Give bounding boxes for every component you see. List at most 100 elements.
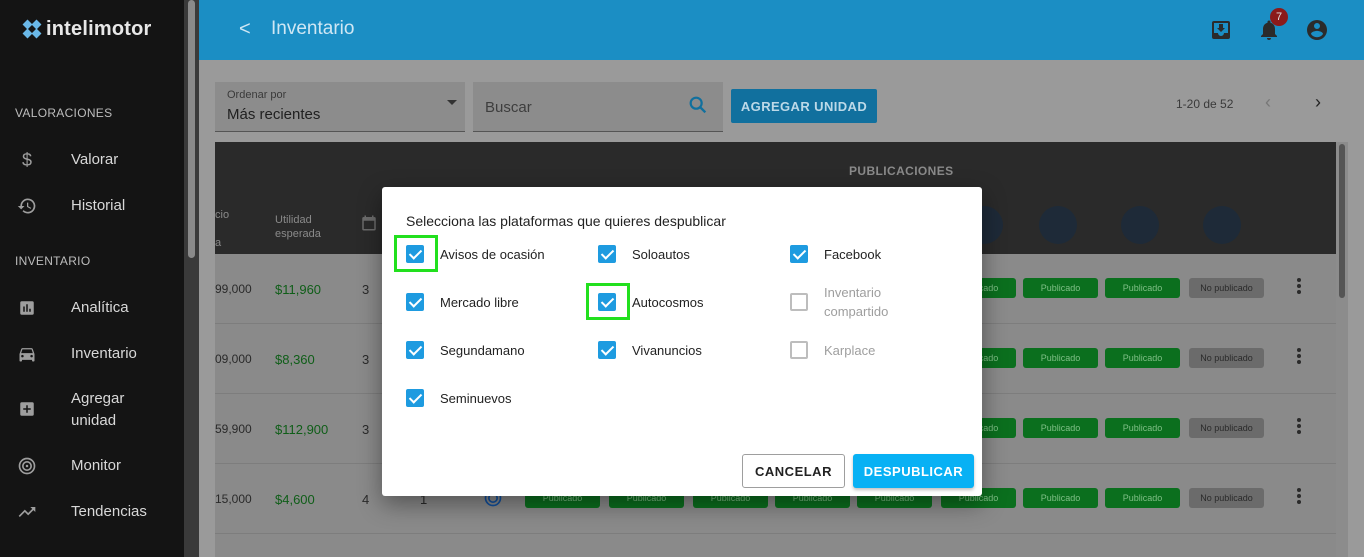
unpublish-dialog: Selecciona las plataformas que quieres d… bbox=[382, 187, 982, 496]
facebook-header-icon bbox=[1121, 206, 1159, 244]
section-label-valoraciones: VALORACIONES bbox=[15, 106, 113, 120]
checkbox-checked-icon[interactable] bbox=[406, 341, 424, 359]
utility-header: Utilidad esperada bbox=[275, 213, 321, 241]
row-price: 09,000 bbox=[215, 352, 252, 366]
option-label: Inventario compartido bbox=[824, 285, 889, 319]
sidebar-item-monitor[interactable]: Monitor bbox=[0, 454, 184, 478]
option-segundamano[interactable]: Segundamano bbox=[406, 341, 576, 367]
row-utility: $8,360 bbox=[275, 352, 315, 367]
back-arrow-icon[interactable]: < bbox=[239, 18, 251, 41]
option-vivanuncios[interactable]: Vivanuncios bbox=[598, 341, 748, 367]
option-seminuevos[interactable]: Seminuevos bbox=[406, 389, 576, 415]
sidebar-scroll-thumb[interactable] bbox=[188, 0, 195, 258]
row-days: 4 bbox=[362, 492, 370, 507]
option-facebook[interactable]: Facebook bbox=[790, 245, 960, 271]
search-input[interactable] bbox=[485, 96, 675, 118]
option-karplace[interactable]: Karplace bbox=[790, 341, 960, 367]
checkbox-checked-icon[interactable] bbox=[790, 245, 808, 263]
checkbox-unchecked-icon[interactable] bbox=[790, 341, 808, 359]
radar-icon bbox=[16, 455, 38, 477]
sort-value: Más recientes bbox=[227, 106, 321, 123]
more-menu-icon[interactable] bbox=[1297, 348, 1301, 364]
status-chip: Publicado bbox=[1105, 348, 1180, 368]
sidebar-scrollbar[interactable] bbox=[184, 0, 199, 557]
logo-text: intelimotor bbox=[46, 18, 152, 40]
sidebar-item-label: Historial bbox=[71, 197, 126, 214]
publicaciones-header: PUBLICACIONES bbox=[849, 164, 954, 178]
prev-page-icon[interactable]: ‹ bbox=[1265, 92, 1271, 113]
option-inventario-compartido[interactable]: Inventario compartido bbox=[790, 285, 960, 329]
status-chip: No publicado bbox=[1189, 278, 1264, 298]
table-scrollbar[interactable] bbox=[1336, 142, 1348, 557]
cancel-button[interactable]: CANCELAR bbox=[742, 454, 845, 488]
option-label: Seminuevos bbox=[440, 391, 512, 406]
status-chip: No publicado bbox=[1189, 418, 1264, 438]
checkbox-unchecked-icon[interactable] bbox=[790, 293, 808, 311]
more-menu-icon[interactable] bbox=[1297, 488, 1301, 504]
row-utility: $112,900 bbox=[275, 422, 329, 437]
logo-mark-icon bbox=[22, 19, 42, 39]
status-chip: Publicado bbox=[1023, 278, 1098, 298]
option-label: Karplace bbox=[824, 343, 876, 358]
sidebar-item-historial[interactable]: Historial bbox=[0, 194, 184, 218]
price-header: cio a bbox=[215, 208, 229, 250]
sidebar-item-label: Tendencias bbox=[71, 503, 147, 520]
calendar-icon bbox=[360, 214, 378, 236]
unpublish-button[interactable]: DESPUBLICAR bbox=[853, 454, 974, 488]
row-price: 15,000 bbox=[215, 492, 252, 506]
more-menu-icon[interactable] bbox=[1297, 278, 1301, 294]
highlight-box bbox=[586, 283, 630, 320]
sidebar-item-analitica[interactable]: Analítica bbox=[0, 296, 184, 320]
highlight-box bbox=[394, 235, 438, 272]
option-label: Autocosmos bbox=[632, 295, 704, 310]
row-utility: $11,960 bbox=[275, 282, 322, 297]
trending-up-icon bbox=[16, 501, 38, 523]
sort-label: Ordenar por bbox=[227, 89, 287, 101]
row-utility: $4,600 bbox=[275, 492, 315, 507]
status-chip: Publicado bbox=[1023, 488, 1098, 508]
price-header-line1: cio bbox=[215, 209, 230, 221]
sidebar-item-tendencias[interactable]: Tendencias bbox=[0, 500, 184, 524]
account-icon[interactable] bbox=[1305, 18, 1329, 42]
option-soloautos[interactable]: Soloautos bbox=[598, 245, 748, 271]
search-field[interactable] bbox=[473, 82, 723, 132]
sidebar-item-agregar-unidad[interactable]: Agregar unidad bbox=[0, 388, 184, 432]
search-icon[interactable] bbox=[687, 94, 709, 116]
status-chip: Publicado bbox=[1105, 488, 1180, 508]
sidebar-item-label: Analítica bbox=[71, 299, 129, 316]
option-mercado-libre[interactable]: Mercado libre bbox=[406, 293, 576, 319]
row-days: 3 bbox=[362, 282, 370, 297]
top-bar: < Inventario 7 bbox=[199, 0, 1364, 60]
more-menu-icon[interactable] bbox=[1297, 418, 1301, 434]
add-unit-button[interactable]: AGREGAR UNIDAD bbox=[731, 89, 877, 123]
option-label: Soloautos bbox=[632, 247, 690, 262]
sidebar-item-label: Inventario bbox=[71, 345, 137, 362]
row-days: 3 bbox=[362, 352, 370, 367]
next-page-icon[interactable]: › bbox=[1315, 92, 1321, 113]
status-chip: Publicado bbox=[1105, 278, 1180, 298]
page-title: Inventario bbox=[271, 18, 355, 39]
status-chip: Publicado bbox=[1023, 418, 1098, 438]
dropdown-arrow-icon bbox=[447, 100, 457, 105]
checkbox-checked-icon[interactable] bbox=[406, 389, 424, 407]
pagination-label: 1-20 de 52 bbox=[1176, 97, 1234, 111]
option-label: Vivanuncios bbox=[632, 343, 702, 358]
dialog-prompt: Selecciona las plataformas que quieres d… bbox=[406, 213, 726, 229]
table-scroll-thumb[interactable] bbox=[1339, 144, 1345, 298]
sidebar-item-valorar[interactable]: $ Valorar bbox=[0, 148, 184, 172]
utility-header-line1: Utilidad bbox=[275, 214, 312, 226]
sort-select[interactable]: Ordenar por Más recientes bbox=[215, 82, 465, 132]
dollar-icon: $ bbox=[21, 149, 32, 170]
google-header-icon bbox=[1039, 206, 1077, 244]
logo[interactable]: intelimotor bbox=[22, 18, 152, 41]
sidebar-item-inventario[interactable]: Inventario bbox=[0, 342, 184, 366]
utility-header-line2: esperada bbox=[275, 228, 321, 240]
history-icon bbox=[16, 195, 38, 217]
checkbox-checked-icon[interactable] bbox=[598, 245, 616, 263]
option-label: Segundamano bbox=[440, 343, 525, 358]
checkbox-checked-icon[interactable] bbox=[598, 341, 616, 359]
status-chip: No publicado bbox=[1189, 348, 1264, 368]
inbox-icon[interactable] bbox=[1209, 18, 1233, 42]
checkbox-checked-icon[interactable] bbox=[406, 293, 424, 311]
intelimotor-header-icon bbox=[1203, 206, 1241, 244]
